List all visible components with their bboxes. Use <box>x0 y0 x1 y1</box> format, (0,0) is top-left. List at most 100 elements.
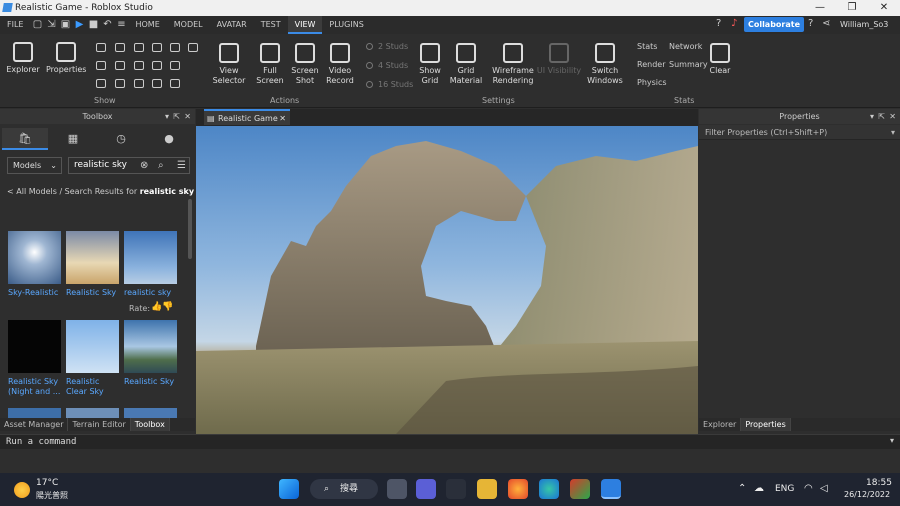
result-label-2[interactable]: realistic sky <box>124 288 171 298</box>
tab-toolbox[interactable]: Toolbox <box>130 418 170 431</box>
tab-marketplace[interactable]: 🛍 <box>2 128 48 150</box>
view-selector-button[interactable]: View Selector <box>210 43 248 86</box>
summary-button[interactable]: Summary <box>669 60 708 69</box>
customize-icon[interactable]: ≡ <box>114 16 128 34</box>
thumbs-up-icon[interactable]: 👍 <box>151 302 162 312</box>
wifi-icon[interactable]: ◠ <box>804 483 813 494</box>
close-panel-icon[interactable]: ✕ <box>889 109 896 124</box>
filter-icon[interactable]: ☰ <box>177 158 186 173</box>
help-circle-icon[interactable]: ? <box>808 18 813 29</box>
video-record-button[interactable]: Video Record <box>322 43 358 86</box>
dropdown-icon[interactable]: ▾ <box>870 109 874 124</box>
network-button[interactable]: Network <box>669 42 702 51</box>
tab-creations[interactable]: ● <box>146 128 192 150</box>
taskbar-search[interactable]: ⌕ 搜尋 <box>310 479 378 499</box>
tag-editor-toggle-icon[interactable] <box>152 43 162 52</box>
tab-plugins[interactable]: PLUGINS <box>322 16 370 34</box>
user-name[interactable]: William_So3 <box>840 20 888 29</box>
command-bar-toggle-icon[interactable] <box>115 61 125 70</box>
team-create-toggle-icon[interactable] <box>152 61 162 70</box>
close-panel-icon[interactable]: ✕ <box>184 109 191 124</box>
result-label-5[interactable]: Realistic Sky <box>124 377 174 387</box>
clear-search-icon[interactable]: ⊗ <box>140 158 148 173</box>
result-label-4[interactable]: Realistic Clear Sky <box>66 377 118 397</box>
tab-asset-manager[interactable]: Asset Manager <box>0 418 69 431</box>
tab-test[interactable]: TEST <box>254 16 288 34</box>
firefox-icon[interactable] <box>508 479 528 499</box>
stats-button[interactable]: Stats <box>637 42 657 51</box>
stud-16-option[interactable]: 16 Studs <box>366 80 413 89</box>
render-button[interactable]: Render <box>637 60 665 69</box>
stop-icon[interactable]: ■ <box>86 16 100 34</box>
teams-icon[interactable] <box>416 479 436 499</box>
output-toggle-icon[interactable] <box>96 61 106 70</box>
clear-button[interactable]: Clear <box>706 43 734 76</box>
tab-inventory[interactable]: ▦ <box>50 128 96 150</box>
game-viewport[interactable] <box>196 126 698 434</box>
result-thumbnail-5[interactable] <box>124 320 177 373</box>
grid-material-button[interactable]: Grid Material <box>447 43 485 86</box>
result-thumbnail-7[interactable] <box>66 408 119 418</box>
tab-explorer[interactable]: Explorer <box>699 418 742 431</box>
toolbox-search-input[interactable]: realistic sky ⊗ ⌕ ☰ <box>68 157 190 174</box>
cloud-icon[interactable]: ☁ <box>754 483 764 494</box>
tab-properties[interactable]: Properties <box>741 418 791 431</box>
roblox-studio-taskbar-icon[interactable] <box>601 479 621 499</box>
full-screen-button[interactable]: Full Screen <box>252 43 288 86</box>
weather-desc[interactable]: 陽光普照 <box>36 490 68 501</box>
context-toggle-icon[interactable] <box>96 79 106 88</box>
chevron-up-icon[interactable]: ⌃ <box>738 483 746 494</box>
notification-bell-icon[interactable]: ♪ <box>731 18 737 29</box>
start-icon[interactable] <box>279 479 299 499</box>
maximize-button[interactable]: ❐ <box>836 0 868 16</box>
result-label-3[interactable]: Realistic Sky (Night and ... <box>8 377 64 397</box>
terrain-editor-toggle-icon[interactable] <box>134 43 144 52</box>
weather-sun-icon[interactable] <box>14 482 30 498</box>
tab-view[interactable]: VIEW <box>287 16 323 34</box>
app-lightning-icon[interactable] <box>446 479 466 499</box>
category-select[interactable]: Models ⌄ <box>7 157 62 174</box>
chevron-down-icon[interactable]: ▾ <box>890 436 894 445</box>
asset-manager-toggle-icon[interactable] <box>115 43 125 52</box>
minimize-button[interactable]: — <box>804 0 836 16</box>
file-explorer-icon[interactable] <box>477 479 497 499</box>
tab-avatar[interactable]: AVATAR <box>210 16 254 34</box>
result-thumbnail-6[interactable] <box>8 408 61 418</box>
breadcrumb[interactable]: < All Models / Search Results for realis… <box>7 187 194 196</box>
tab-terrain-editor[interactable]: Terrain Editor <box>68 418 131 431</box>
result-thumbnail-2[interactable] <box>124 231 177 284</box>
call-stack-toggle-icon[interactable] <box>170 79 180 88</box>
clock-date[interactable]: 26/12/2022 <box>844 490 890 499</box>
share-icon[interactable]: ⋖ <box>822 18 830 29</box>
toolbox-scrollbar[interactable] <box>188 199 192 259</box>
explorer-button[interactable]: Explorer <box>6 42 40 75</box>
result-thumbnail-0[interactable] <box>8 231 61 284</box>
tab-model[interactable]: MODEL <box>167 16 210 34</box>
screen-shot-button[interactable]: Screen Shot <box>287 43 323 86</box>
filter-properties-input[interactable]: Filter Properties (Ctrl+Shift+P) ▾ <box>699 125 900 140</box>
tab-home[interactable]: HOME <box>128 16 166 34</box>
app-icon[interactable] <box>570 479 590 499</box>
save-icon[interactable]: ▣ <box>58 16 72 34</box>
weather-temp[interactable]: 17°C <box>36 478 58 488</box>
open-file-icon[interactable]: ⇲ <box>44 16 58 34</box>
task-view-icon[interactable] <box>387 479 407 499</box>
switch-windows-button[interactable]: Switch Windows <box>584 43 626 86</box>
undo-icon[interactable]: ↶ <box>100 16 114 34</box>
file-menu[interactable]: FILE <box>0 16 30 34</box>
find-results-toggle-icon[interactable] <box>170 61 180 70</box>
result-thumbnail-4[interactable] <box>66 320 119 373</box>
watch-toggle-icon[interactable] <box>152 79 162 88</box>
volume-icon[interactable]: ◁ <box>820 483 828 494</box>
undock-icon[interactable]: ⇱ <box>173 109 180 124</box>
stud-4-option[interactable]: 4 Studs <box>366 61 408 70</box>
wireframe-rendering-button[interactable]: Wireframe Rendering <box>490 43 536 86</box>
close-window-button[interactable]: ✕ <box>868 0 900 16</box>
script-recovery-toggle-icon[interactable] <box>115 79 125 88</box>
search-icon[interactable]: ⌕ <box>158 158 164 173</box>
close-tab-icon[interactable]: ✕ <box>279 111 286 127</box>
object-browser-toggle-icon[interactable] <box>170 43 180 52</box>
stud-2-option[interactable]: 2 Studs <box>366 42 408 51</box>
dropdown-icon[interactable]: ▾ <box>165 109 169 124</box>
play-icon[interactable]: ▶ <box>72 16 86 34</box>
